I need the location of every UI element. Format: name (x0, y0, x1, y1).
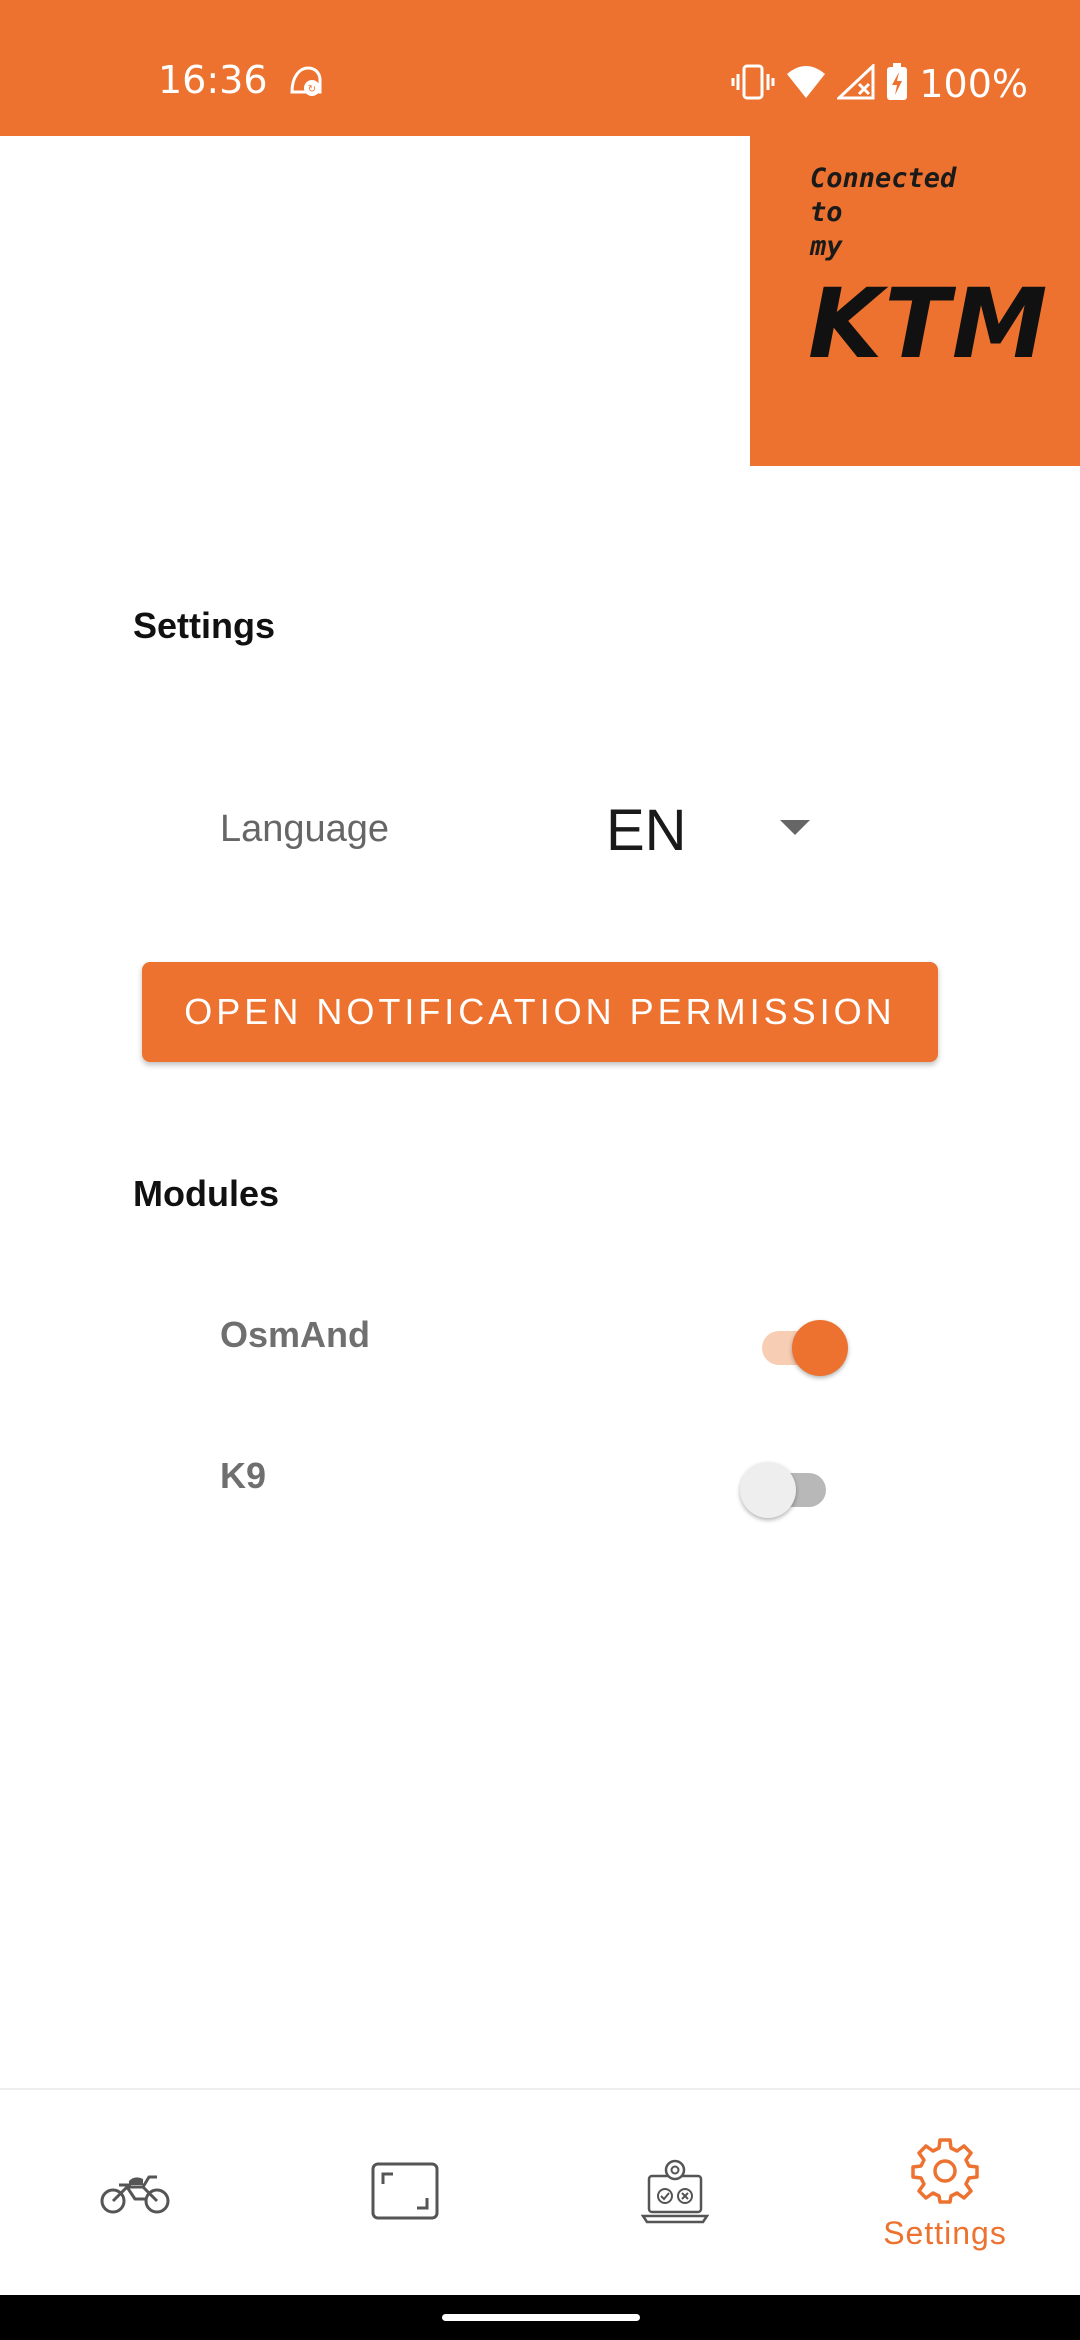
nav-item-diagnostics[interactable] (540, 2090, 810, 2297)
nav-item-motorcycle[interactable] (0, 2090, 270, 2297)
nav-item-settings[interactable]: Settings (810, 2090, 1080, 2297)
laptop-settings-icon (640, 2158, 710, 2229)
module-label-osmand: OsmAnd (220, 1314, 371, 1355)
language-label: Language (220, 808, 390, 850)
app-notification-icon: ↻ (286, 62, 326, 107)
wifi-icon (785, 64, 827, 105)
nav-item-screen[interactable] (270, 2090, 540, 2297)
toggle-thumb (740, 1462, 796, 1518)
app-logo: Connected to my KTM (750, 136, 1080, 466)
gesture-bar (0, 2295, 1080, 2340)
gear-icon (911, 2136, 979, 2209)
logo-line-2: to (810, 197, 843, 228)
battery-percent: 100% (919, 62, 1028, 106)
toggle-thumb (792, 1320, 848, 1376)
logo-tagline: Connected to my (810, 162, 956, 264)
screen-frame-icon (371, 2162, 439, 2225)
module-label-k9: K9 (220, 1455, 267, 1496)
language-value: EN (606, 797, 687, 863)
settings-title: Settings (133, 605, 276, 646)
modules-title: Modules (133, 1173, 280, 1214)
status-bar: 16:36 ↻ 100% (0, 0, 1080, 136)
dropdown-arrow-icon (780, 820, 810, 841)
motorcycle-icon (99, 2165, 171, 2222)
svg-text:↻: ↻ (308, 84, 316, 95)
home-gesture-handle[interactable] (442, 2314, 640, 2321)
status-icons: 100% (731, 58, 1028, 110)
nav-label-settings: Settings (883, 2214, 1007, 2251)
logo-brand: KTM (808, 268, 1050, 380)
osmand-toggle[interactable] (748, 1312, 848, 1376)
logo-line-1: Connected (810, 163, 957, 194)
status-time: 16:36 (158, 58, 268, 102)
signal-icon (835, 62, 875, 105)
language-dropdown[interactable]: EN (606, 790, 826, 870)
logo-line-3: my (810, 231, 843, 262)
open-notification-permission-button[interactable]: OPEN NOTIFICATION PERMISSION (142, 962, 938, 1062)
vibrate-icon (731, 62, 775, 107)
bottom-navigation: Settings (0, 2088, 1080, 2297)
k9-toggle[interactable] (740, 1454, 840, 1518)
battery-charging-icon (885, 62, 909, 107)
